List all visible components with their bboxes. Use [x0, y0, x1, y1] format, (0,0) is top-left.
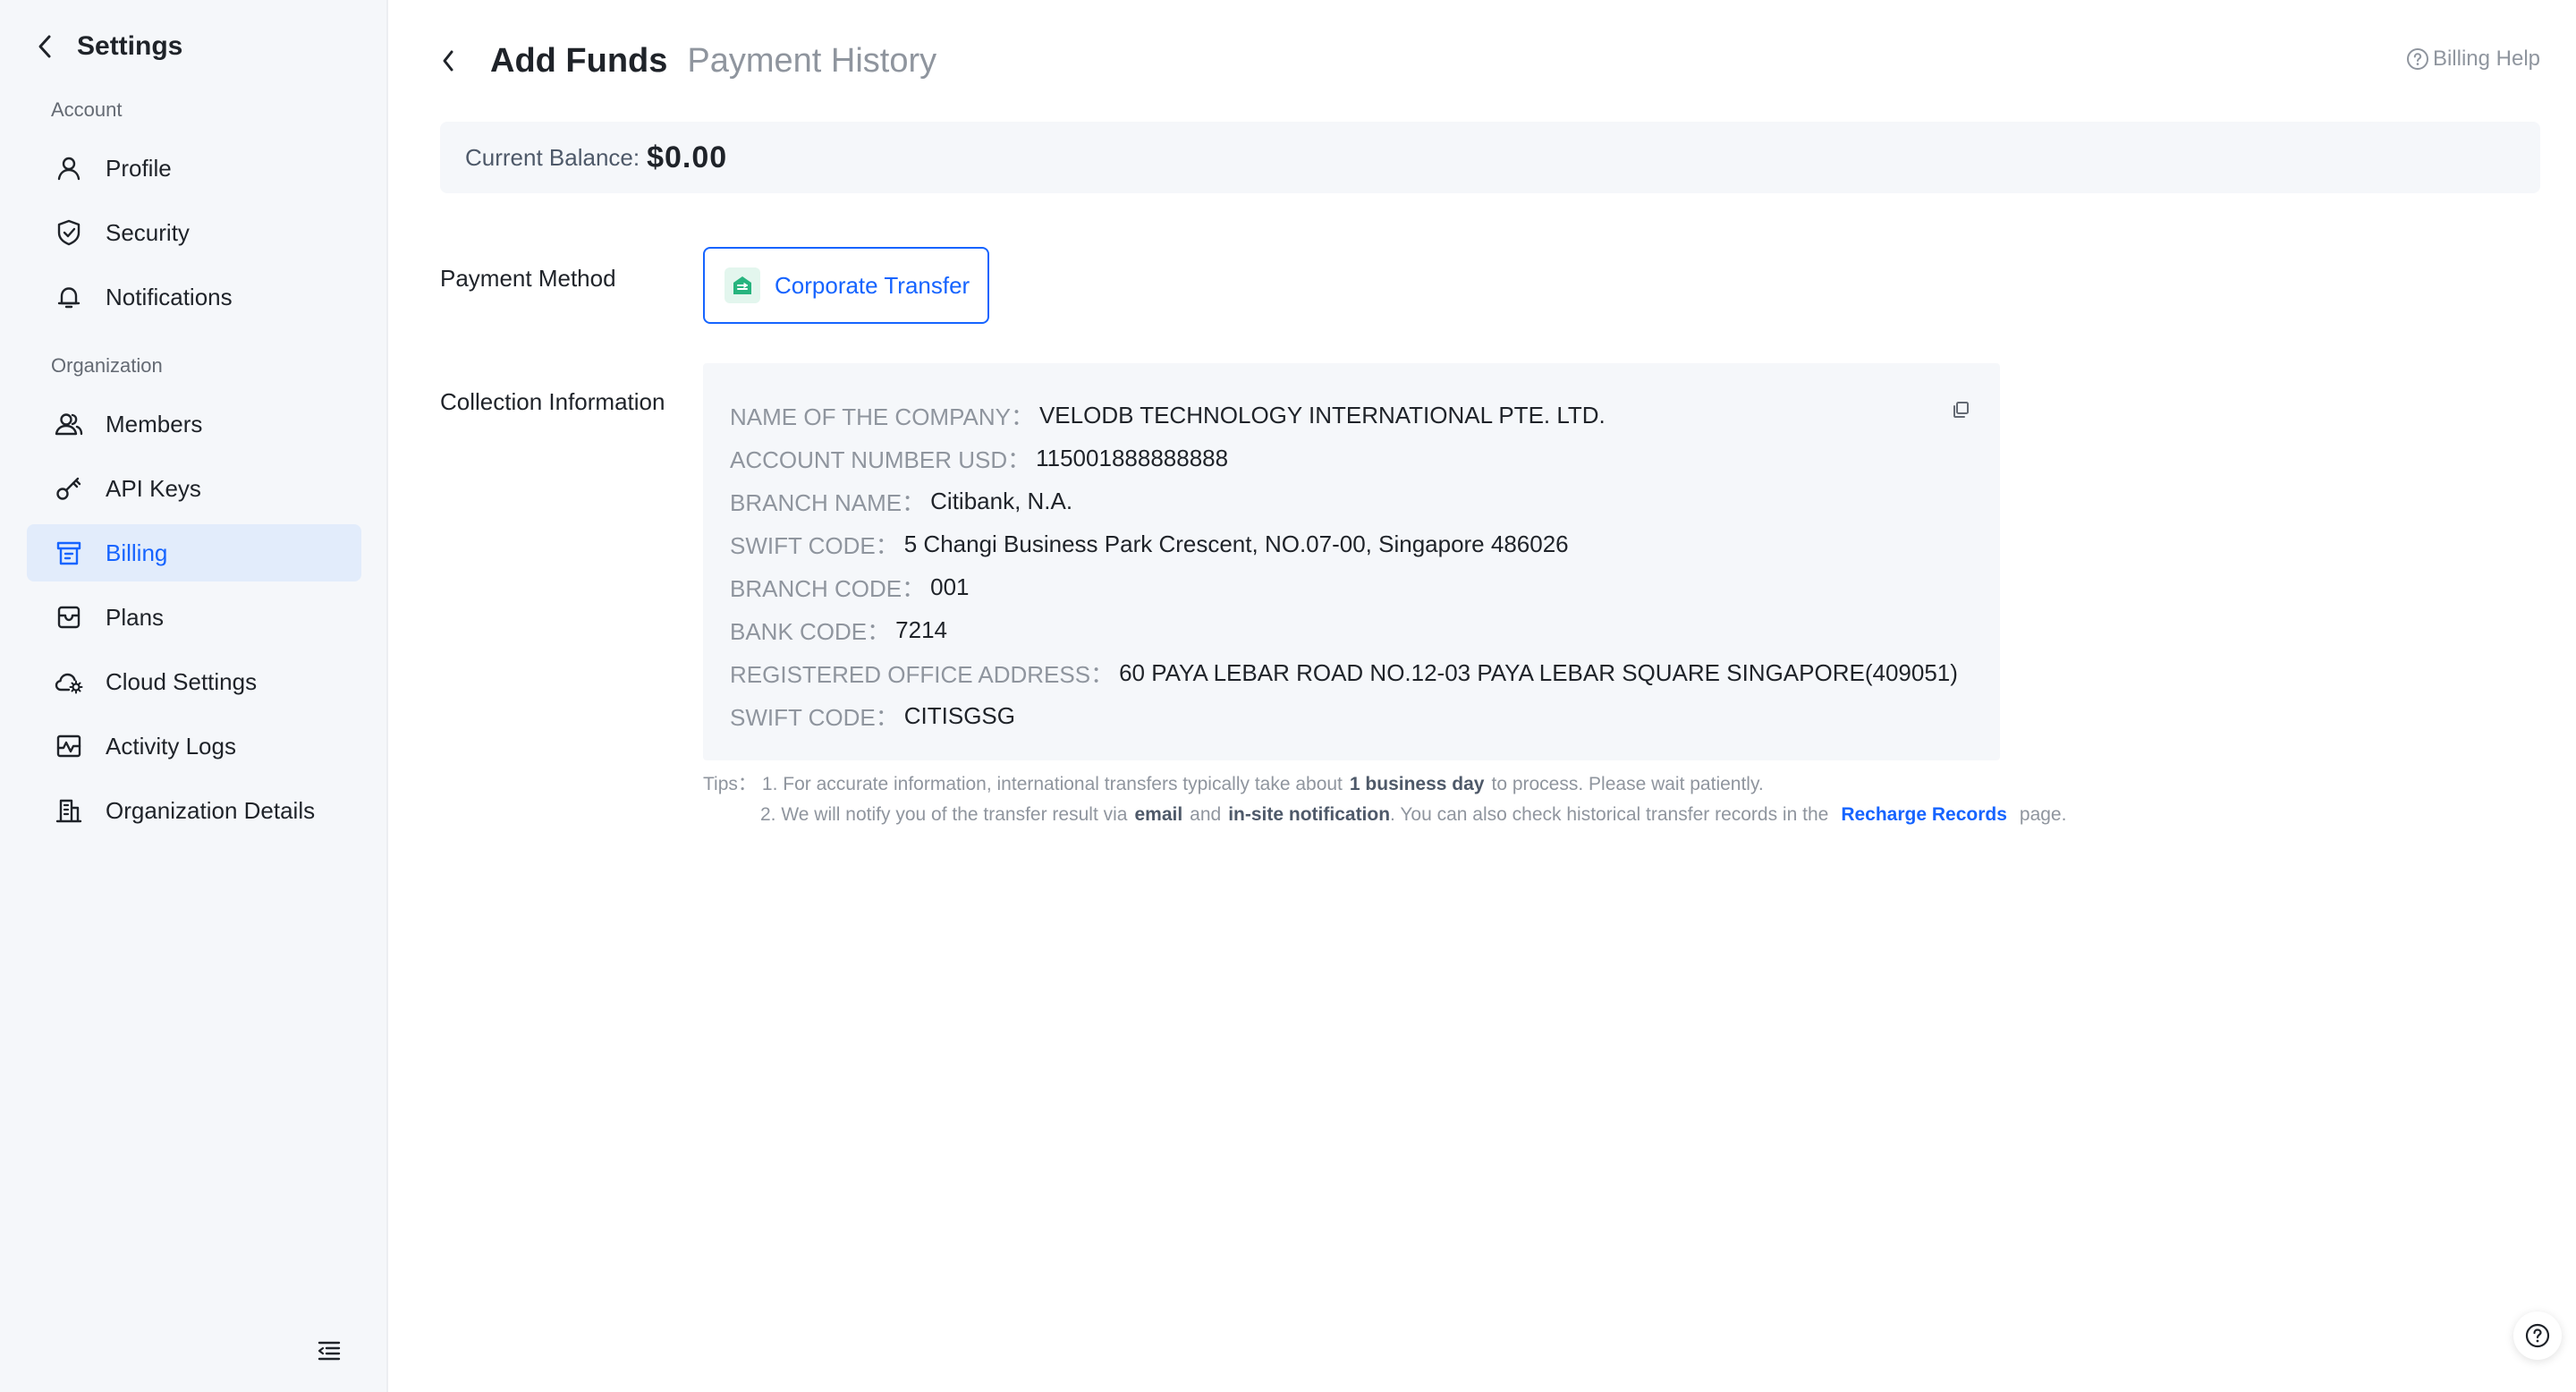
floating-help-button[interactable] [2513, 1311, 2562, 1360]
tip-2-in-site: in-site notification [1228, 804, 1391, 825]
sidebar-item-cloud-settings[interactable]: Cloud Settings [27, 653, 361, 710]
payment-method-label: Payment Method [440, 265, 616, 292]
info-key: SWIFT CODE： [730, 703, 899, 731]
sidebar-item-label: Organization Details [106, 796, 316, 824]
info-value: 7214 [895, 615, 947, 643]
page-header: Add Funds Payment History [440, 39, 936, 82]
info-value: 001 [930, 573, 970, 600]
info-key: ACCOUNT NUMBER USD： [730, 446, 1031, 473]
recharge-records-link[interactable]: Recharge Records [1841, 800, 2007, 830]
info-value: 115001888888888 [1036, 444, 1229, 471]
info-row: SWIFT CODE： 5 Changi Business Park Cresc… [730, 522, 1973, 565]
info-row: BRANCH NAME： Citibank, N.A. [730, 480, 1973, 522]
balance-value: $0.00 [647, 140, 728, 174]
info-key: SWIFT CODE： [730, 531, 899, 559]
tips-section: Tips： 1. For accurate information, inter… [703, 769, 2066, 830]
plans-icon [54, 602, 84, 632]
sidebar-item-label: API Keys [106, 474, 201, 502]
tip-2-text: 2. We will notify you of the transfer re… [760, 804, 1128, 825]
sidebar: Settings Account Profile Security Notifi… [0, 0, 388, 1392]
user-icon [54, 153, 84, 183]
billing-help-label: Billing Help [2432, 47, 2540, 71]
info-row: ACCOUNT NUMBER USD： 115001888888888 [730, 437, 1973, 480]
sidebar-item-notifications[interactable]: Notifications [27, 268, 361, 326]
info-row: SWIFT CODE： CITISGSG [730, 694, 1973, 737]
info-value: CITISGSG [903, 701, 1015, 729]
info-row: REGISTERED OFFICE ADDRESS： 60 PAYA LEBAR… [730, 651, 1973, 694]
back-chevron-icon[interactable] [440, 43, 467, 79]
tip-1-text-end: to process. Please wait patiently. [1491, 774, 1764, 794]
tip-2-text-end: page. [2019, 804, 2067, 825]
sidebar-item-billing[interactable]: Billing [27, 524, 361, 581]
collapse-sidebar-icon[interactable] [315, 1337, 343, 1365]
info-key: NAME OF THE COMPANY： [730, 403, 1034, 430]
info-key: BANK CODE： [730, 617, 891, 645]
corporate-transfer-label: Corporate Transfer [775, 271, 970, 299]
sidebar-item-api-keys[interactable]: API Keys [27, 460, 361, 517]
info-value: 60 PAYA LEBAR ROAD NO.12-03 PAYA LEBAR S… [1119, 658, 1958, 686]
key-icon [54, 473, 84, 504]
tips-prefix: Tips： [703, 774, 757, 794]
corporate-transfer-option[interactable]: Corporate Transfer [703, 247, 989, 324]
tip-1-emphasis: 1 business day [1349, 774, 1485, 794]
tip-1-text: 1. For accurate information, internation… [761, 774, 1343, 794]
sidebar-item-plans[interactable]: Plans [27, 589, 361, 646]
sidebar-item-label: Activity Logs [106, 732, 236, 760]
help-circle-icon [2525, 1323, 2550, 1348]
sidebar-item-security[interactable]: Security [27, 204, 361, 261]
info-row: BANK CODE： 7214 [730, 608, 1973, 651]
copy-icon[interactable] [1948, 397, 1973, 422]
info-key: BRANCH CODE： [730, 574, 926, 602]
tab-payment-history[interactable]: Payment History [687, 42, 936, 81]
tip-2-and: and [1190, 804, 1222, 825]
collection-info-label: Collection Information [440, 388, 665, 415]
info-value: Citibank, N.A. [930, 487, 1073, 514]
sidebar-item-label: Plans [106, 603, 165, 631]
sidebar-item-organization-details[interactable]: Organization Details [27, 782, 361, 839]
sidebar-item-label: Security [106, 218, 190, 246]
group-label-account: Account [51, 98, 123, 121]
bell-icon [54, 282, 84, 312]
sidebar-header: Settings [36, 29, 182, 64]
collection-info-box: NAME OF THE COMPANY： VELODB TECHNOLOGY I… [703, 363, 2000, 760]
billing-icon [54, 538, 84, 568]
shield-icon [54, 217, 84, 248]
tab-add-funds[interactable]: Add Funds [490, 42, 667, 81]
tip-2-text-mid: . You can also check historical transfer… [1390, 804, 1829, 825]
group-label-organization: Organization [51, 354, 163, 377]
info-value: VELODB TECHNOLOGY INTERNATIONAL PTE. LTD… [1038, 401, 1606, 429]
sidebar-item-label: Profile [106, 154, 172, 182]
sidebar-item-label: Cloud Settings [106, 667, 258, 695]
users-icon [54, 409, 84, 439]
sidebar-item-members[interactable]: Members [27, 395, 361, 453]
sidebar-item-profile[interactable]: Profile [27, 140, 361, 197]
help-circle-icon [2406, 48, 2428, 70]
info-row: BRANCH CODE： 001 [730, 565, 1973, 608]
back-chevron-icon[interactable] [36, 29, 61, 64]
info-key: BRANCH NAME： [730, 488, 926, 516]
main-content: Add Funds Payment History Billing Help C… [390, 0, 2576, 1392]
sidebar-item-label: Notifications [106, 283, 233, 310]
bank-transfer-icon [724, 267, 760, 303]
sidebar-item-label: Members [106, 410, 203, 437]
balance-label: Current Balance: [465, 143, 640, 171]
cloud-gear-icon [54, 666, 84, 697]
tip-2-email: email [1134, 804, 1183, 825]
info-row: NAME OF THE COMPANY： VELODB TECHNOLOGY I… [730, 394, 1973, 437]
building-icon [54, 795, 84, 826]
sidebar-item-label: Billing [106, 539, 168, 566]
sidebar-title: Settings [77, 31, 183, 61]
billing-help-link[interactable]: Billing Help [2406, 47, 2540, 72]
activity-icon [54, 731, 84, 761]
info-key: REGISTERED OFFICE ADDRESS： [730, 660, 1114, 688]
sidebar-item-activity-logs[interactable]: Activity Logs [27, 717, 361, 775]
balance-bar: Current Balance: $0.00 [440, 122, 2540, 193]
info-value: 5 Changi Business Park Crescent, NO.07-0… [903, 530, 1569, 557]
